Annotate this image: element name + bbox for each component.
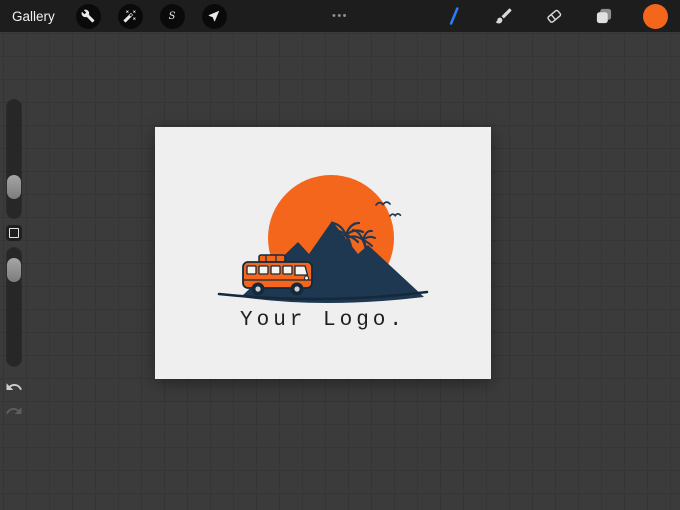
layers-icon bbox=[594, 6, 614, 26]
opacity-slider[interactable] bbox=[7, 248, 21, 366]
actions-button[interactable] bbox=[75, 3, 101, 29]
adjustments-button[interactable] bbox=[117, 3, 143, 29]
logo-text: Your Logo. bbox=[240, 309, 406, 332]
undo-icon bbox=[5, 378, 23, 396]
magic-wand-icon bbox=[123, 9, 137, 23]
selection-s-icon: S bbox=[165, 9, 179, 23]
more-handle[interactable]: ••• bbox=[332, 10, 348, 22]
selection-button[interactable]: S bbox=[159, 3, 185, 29]
paint-tools-group bbox=[443, 3, 668, 29]
modify-button[interactable] bbox=[6, 225, 22, 241]
transform-arrow-icon bbox=[207, 9, 221, 23]
top-toolbar: Gallery S ••• bbox=[0, 0, 680, 32]
layers-button[interactable] bbox=[593, 5, 615, 27]
redo-icon bbox=[5, 402, 23, 420]
gallery-button[interactable]: Gallery bbox=[12, 9, 55, 24]
modify-square-icon bbox=[9, 228, 19, 238]
brush-size-handle[interactable] bbox=[7, 175, 21, 199]
stroke-preview-button[interactable] bbox=[443, 5, 465, 27]
artwork-canvas[interactable]: Your Logo. bbox=[155, 127, 491, 379]
brush-button[interactable] bbox=[493, 5, 515, 27]
eraser-icon bbox=[544, 6, 564, 26]
brush-stroke-icon bbox=[444, 6, 464, 26]
brush-size-slider[interactable] bbox=[7, 100, 21, 218]
wrench-icon bbox=[81, 9, 95, 23]
svg-text:S: S bbox=[169, 11, 176, 22]
transform-button[interactable] bbox=[201, 3, 227, 29]
eraser-button[interactable] bbox=[543, 5, 565, 27]
color-swatch[interactable] bbox=[643, 3, 668, 29]
tool-sidebar bbox=[5, 100, 23, 420]
undo-button[interactable] bbox=[5, 378, 23, 396]
logo-artwork: Your Logo. bbox=[217, 175, 429, 332]
opacity-handle[interactable] bbox=[7, 258, 21, 282]
procreate-workspace: Gallery S ••• Your Logo. bbox=[0, 0, 680, 510]
paintbrush-icon bbox=[494, 6, 514, 26]
redo-button[interactable] bbox=[5, 402, 23, 420]
